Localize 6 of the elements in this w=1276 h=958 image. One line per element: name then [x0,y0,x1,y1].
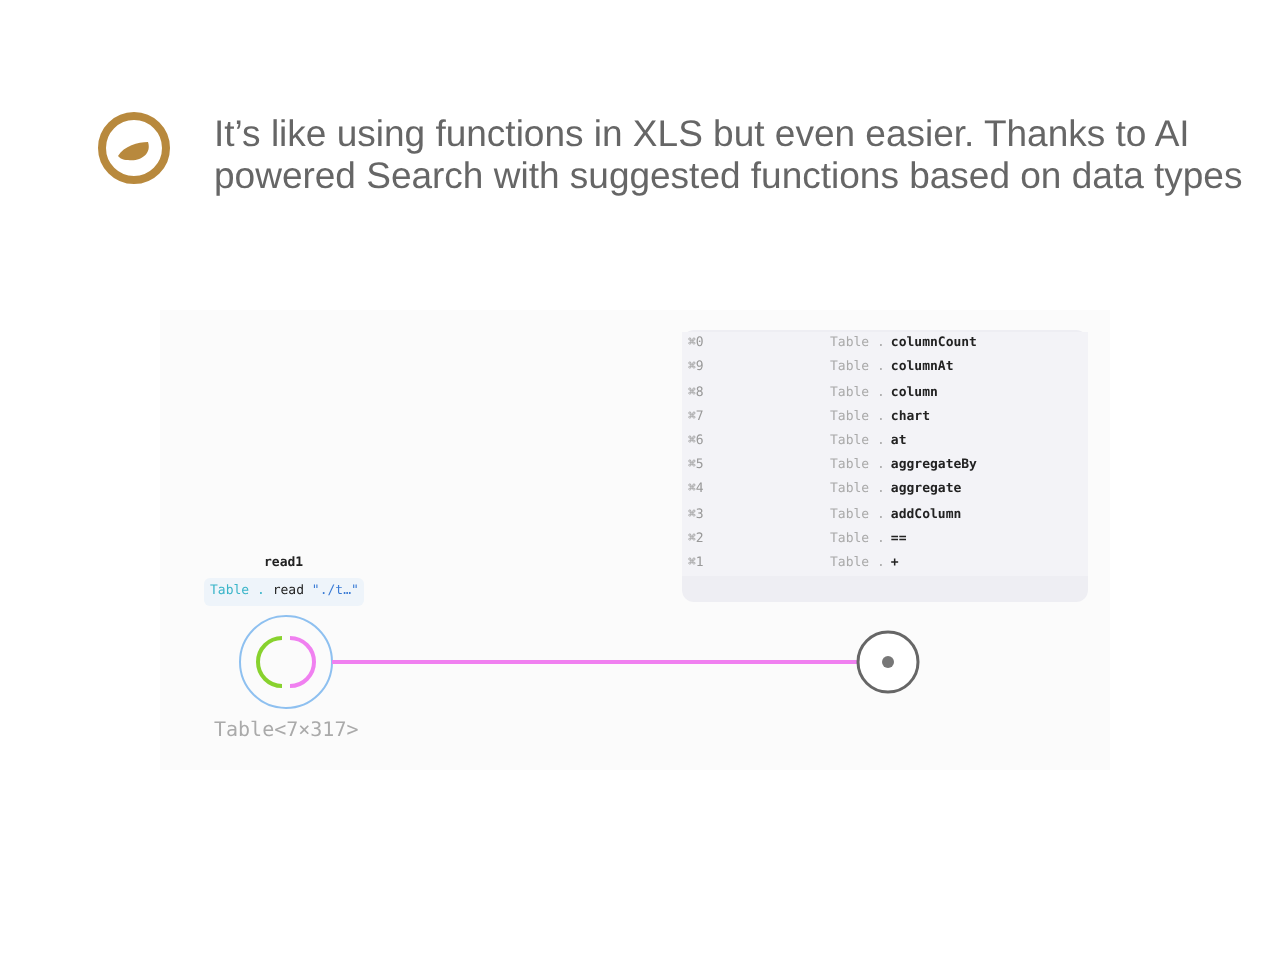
caption-line: powered Search with suggested functions based on data types [214,154,1243,196]
caption-line: It’s like using functions in XLS but even easier. Thanks to AI [214,112,1192,154]
output-type: Table<7×317> [214,718,359,746]
output-port-icon [856,630,920,694]
logo-icon [96,110,172,186]
node-circle-drawing [238,614,334,710]
